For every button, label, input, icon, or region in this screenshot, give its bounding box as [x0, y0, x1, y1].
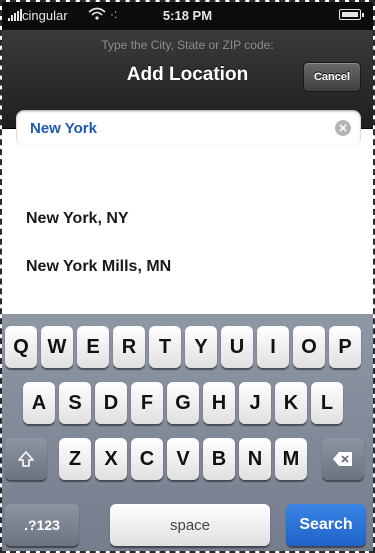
- key-o[interactable]: O: [293, 326, 325, 368]
- key-n[interactable]: N: [239, 438, 271, 480]
- numbers-key[interactable]: .?123: [5, 504, 79, 546]
- status-bar: cingular ·: 5:18 PM: [2, 2, 373, 30]
- key-v[interactable]: V: [167, 438, 199, 480]
- key-q[interactable]: Q: [5, 326, 37, 368]
- key-j[interactable]: J: [239, 382, 271, 424]
- key-z[interactable]: Z: [59, 438, 91, 480]
- search-button[interactable]: Search: [286, 504, 366, 546]
- shift-icon[interactable]: [5, 438, 47, 480]
- key-x[interactable]: X: [95, 438, 127, 480]
- cancel-button[interactable]: Cancel: [303, 62, 361, 92]
- clear-icon[interactable]: ✕: [335, 120, 351, 136]
- key-s[interactable]: S: [59, 382, 91, 424]
- key-i[interactable]: I: [257, 326, 289, 368]
- space-key[interactable]: space: [110, 504, 270, 546]
- key-d[interactable]: D: [95, 382, 127, 424]
- search-input-value: New York: [30, 120, 97, 137]
- location-prompt: Type the City, State or ZIP code:: [101, 38, 274, 52]
- status-time: 5:18 PM: [162, 8, 213, 23]
- result-item[interactable]: New York, NY: [26, 210, 129, 228]
- key-y[interactable]: Y: [185, 326, 217, 368]
- on-screen-keyboard: Q W E R T Y U I O P A S D F G H J K L Z …: [2, 314, 373, 551]
- key-r[interactable]: R: [113, 326, 145, 368]
- key-k[interactable]: K: [275, 382, 307, 424]
- key-h[interactable]: H: [203, 382, 235, 424]
- key-u[interactable]: U: [221, 326, 253, 368]
- key-f[interactable]: F: [131, 382, 163, 424]
- key-w[interactable]: W: [41, 326, 73, 368]
- key-g[interactable]: G: [167, 382, 199, 424]
- key-e[interactable]: E: [77, 326, 109, 368]
- result-item[interactable]: New York Mills, MN: [26, 258, 171, 276]
- results-list: New York, NY New York Mills, MN: [2, 182, 373, 312]
- location-search-input[interactable]: New York ✕: [16, 110, 361, 146]
- key-c[interactable]: C: [131, 438, 163, 480]
- backspace-icon[interactable]: [322, 438, 364, 480]
- key-l[interactable]: L: [311, 382, 343, 424]
- key-t[interactable]: T: [149, 326, 181, 368]
- key-p[interactable]: P: [329, 326, 361, 368]
- key-m[interactable]: M: [275, 438, 307, 480]
- key-b[interactable]: B: [203, 438, 235, 480]
- battery-icon: [339, 9, 364, 20]
- key-a[interactable]: A: [23, 382, 55, 424]
- phone-screen: cingular ·: 5:18 PM Type the City, State…: [0, 0, 375, 553]
